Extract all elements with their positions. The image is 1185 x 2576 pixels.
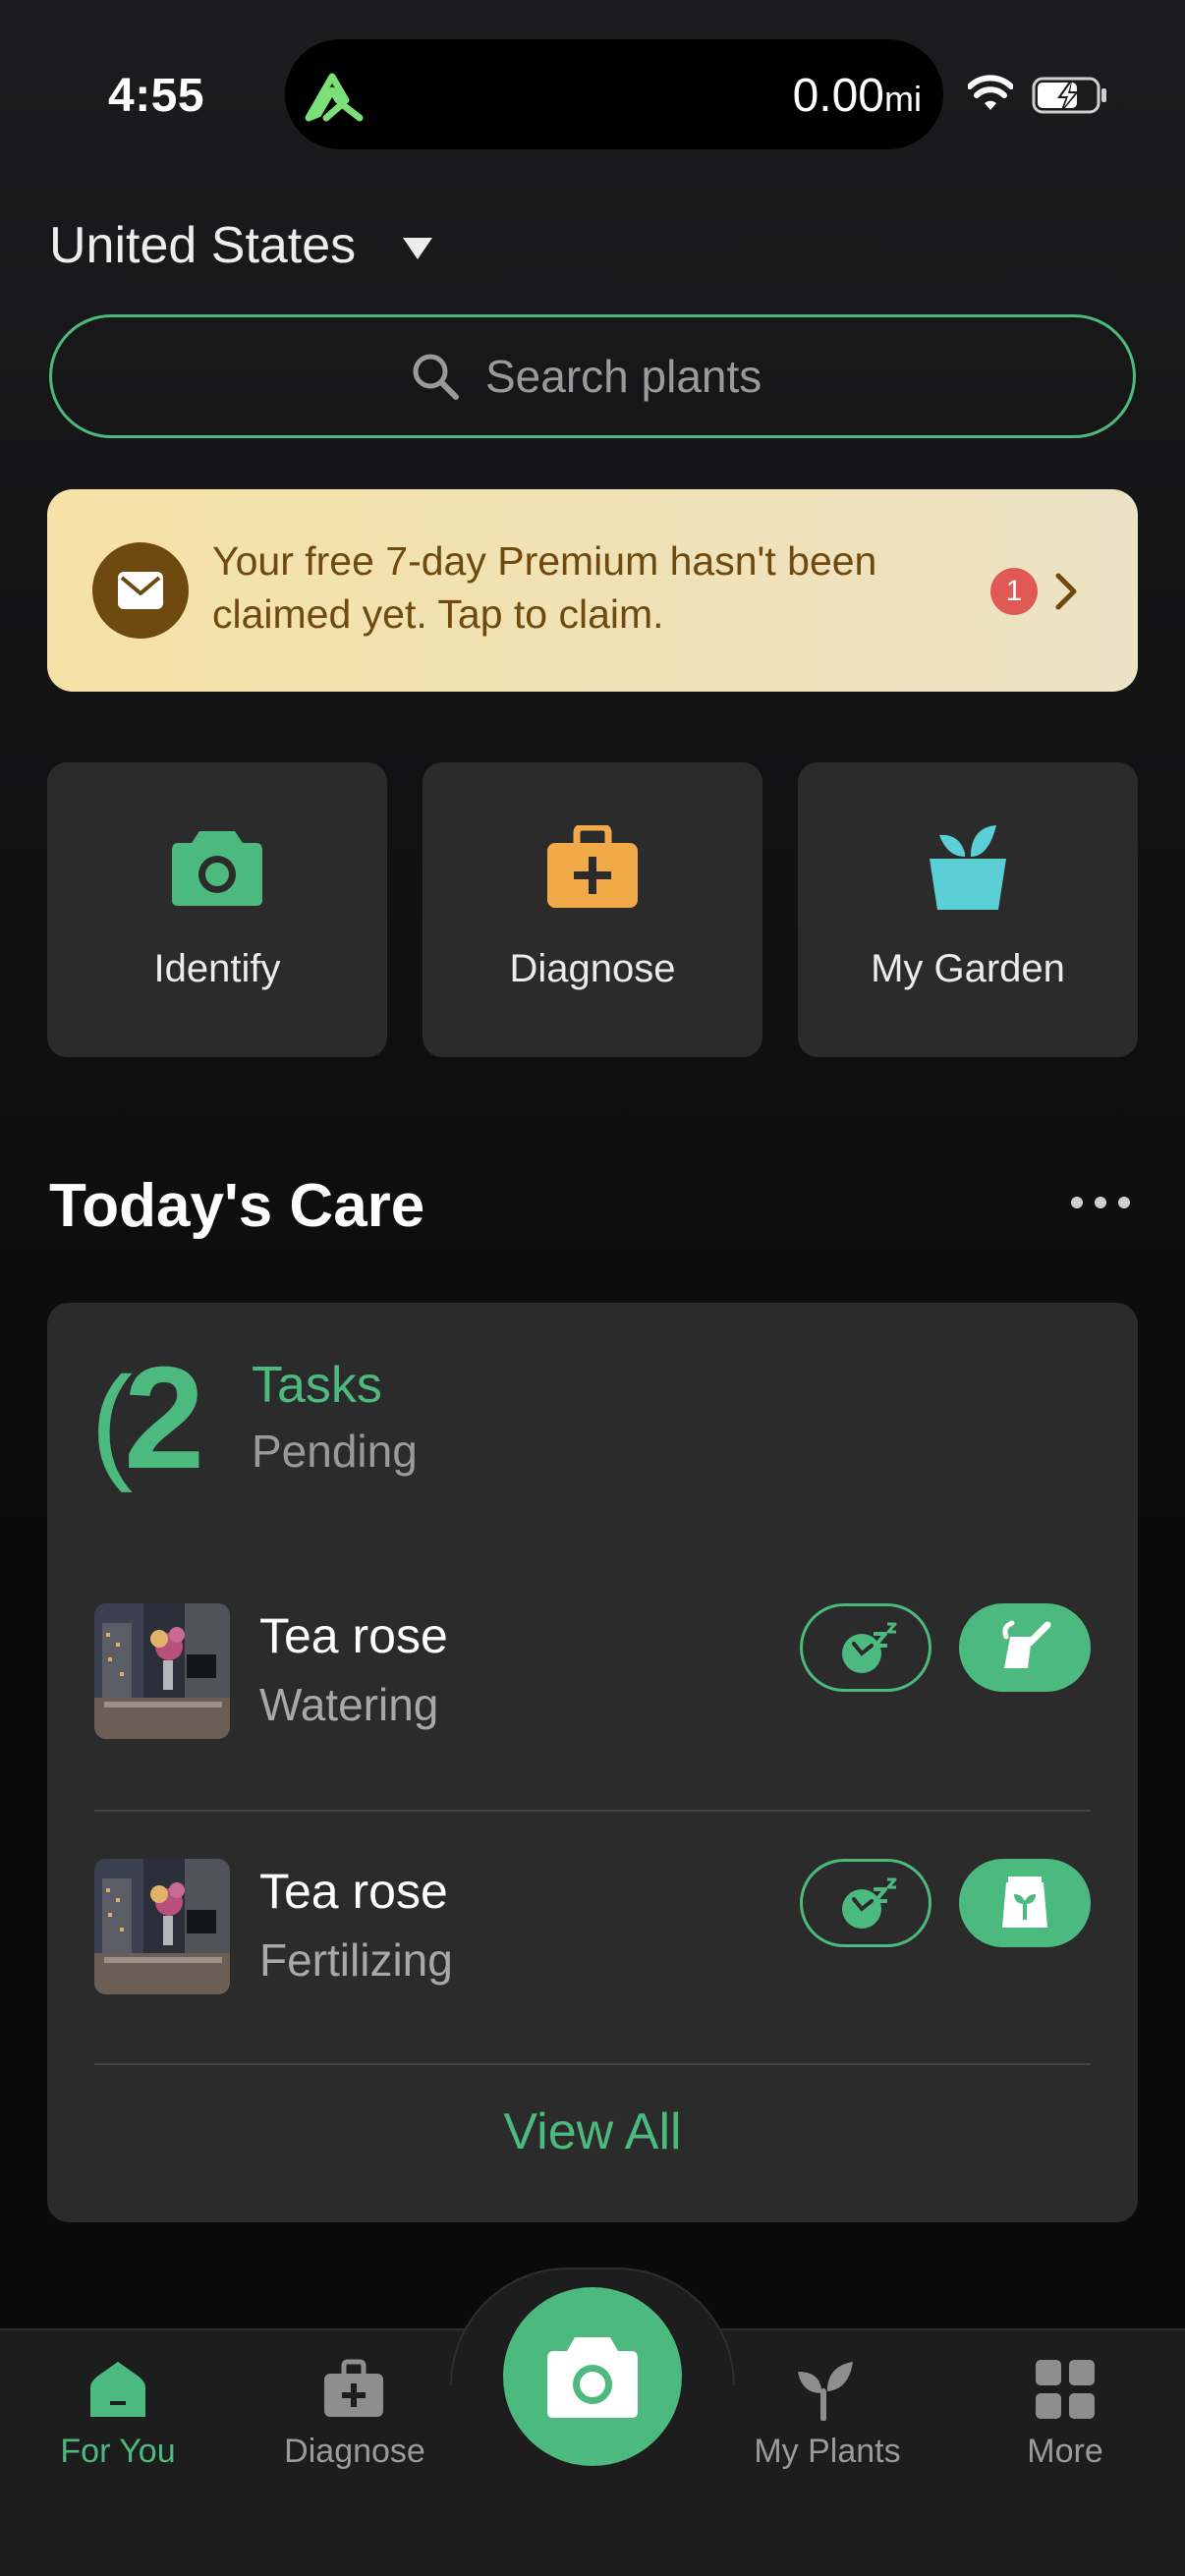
snooze-icon (842, 1622, 897, 1673)
care-card (47, 1303, 1138, 2222)
distance-readout: 0.00mi (793, 69, 922, 123)
task-divider (94, 2063, 1091, 2065)
caret-down-icon[interactable] (401, 236, 434, 261)
task-type: Fertilizing (259, 1934, 453, 1986)
camera-scan-button[interactable] (503, 2287, 682, 2466)
distance-value: 0.00 (792, 70, 884, 122)
tab-my-plants[interactable]: My Plants (709, 2433, 945, 2471)
tasks-label: Tasks (252, 1357, 382, 1414)
snooze-button[interactable] (800, 1859, 931, 1947)
tab-more[interactable]: More (947, 2433, 1183, 2471)
sprout-icon[interactable] (794, 2358, 857, 2421)
watering-can-icon (1002, 1620, 1051, 1668)
grid-icon[interactable] (1034, 2358, 1097, 2421)
my-garden-label: My Garden (871, 947, 1065, 990)
task-plant-name: Tea rose (259, 1608, 448, 1663)
promo-message: Your free 7-day Premium hasn't been clai… (212, 538, 877, 637)
battery-charging-icon (1032, 77, 1106, 114)
task-type: Watering (259, 1679, 439, 1730)
notification-badge: 1 (990, 568, 1038, 615)
wifi-icon (968, 75, 1013, 110)
pending-label: Pending (252, 1426, 418, 1477)
location-selector[interactable]: United States (49, 216, 356, 275)
camera-icon (547, 2337, 638, 2418)
diagnose-label: Diagnose (509, 947, 676, 990)
search-input[interactable]: Search plants (485, 350, 762, 403)
diagnose-tile[interactable]: Diagnose (423, 762, 762, 1057)
mountain-logo-icon (305, 73, 364, 122)
water-task-button[interactable] (959, 1603, 1091, 1692)
snooze-icon (842, 1877, 897, 1929)
camera-icon (172, 831, 262, 906)
mail-icon (92, 542, 189, 639)
identify-tile[interactable]: Identify (47, 762, 387, 1057)
plant-thumbnail[interactable] (94, 1859, 230, 1994)
view-all-link[interactable]: View All (47, 2102, 1138, 2161)
task-count: 2 (124, 1337, 205, 1499)
tab-diagnose[interactable]: Diagnose (237, 2433, 473, 2471)
task-divider (94, 1810, 1091, 1812)
status-time: 4:55 (108, 70, 205, 122)
fertilizer-bag-icon (1002, 1876, 1047, 1928)
tab-for-you[interactable]: For You (0, 2433, 236, 2471)
plant-thumbnail[interactable] (94, 1603, 230, 1739)
search-icon (413, 354, 459, 400)
home-icon[interactable] (86, 2358, 149, 2421)
plant-pot-icon (930, 825, 1006, 910)
snooze-button[interactable] (800, 1603, 931, 1692)
fertilize-task-button[interactable] (959, 1859, 1091, 1947)
distance-unit: mi (884, 79, 922, 119)
my-garden-tile[interactable]: My Garden (798, 762, 1138, 1057)
section-title: Today's Care (49, 1172, 425, 1240)
first-aid-kit-icon[interactable] (322, 2358, 385, 2421)
task-plant-name: Tea rose (259, 1864, 448, 1919)
first-aid-kit-icon (547, 825, 638, 908)
more-options-icon[interactable] (1069, 1191, 1132, 1214)
identify-label: Identify (153, 947, 281, 990)
chevron-right-icon[interactable] (1053, 572, 1079, 611)
